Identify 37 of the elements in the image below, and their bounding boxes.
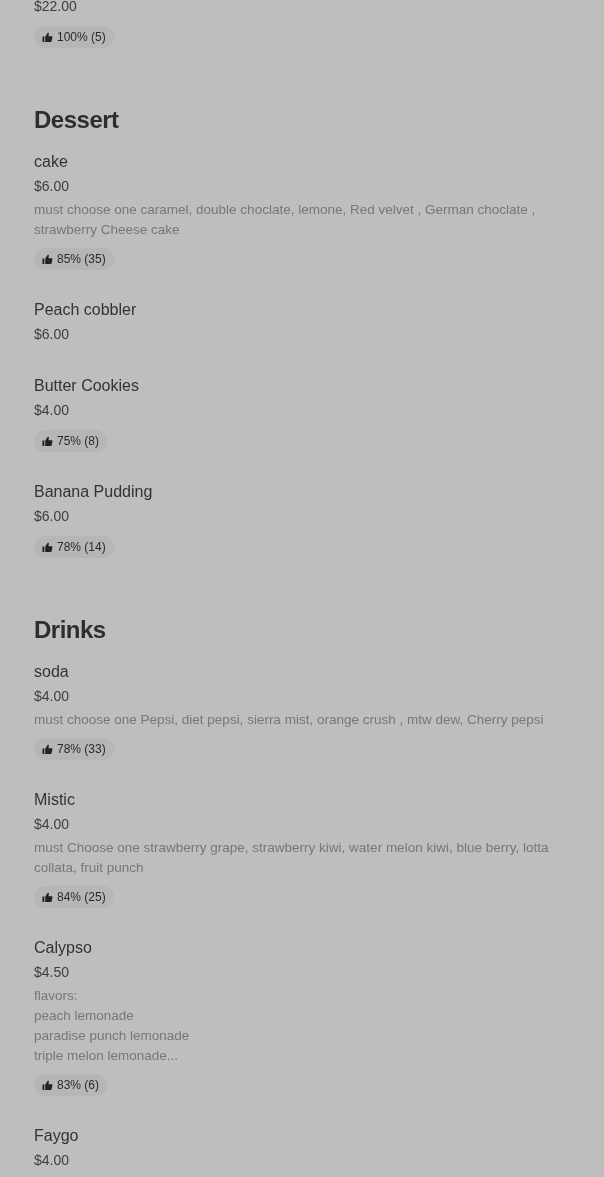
item-name[interactable]: cake: [34, 150, 68, 174]
thumbs-up-icon: [42, 891, 53, 903]
section-heading: Drinks: [34, 615, 107, 645]
thumbs-up-icon: [42, 435, 53, 447]
item-price: $4.00: [34, 815, 71, 834]
rating-text: 78% (14): [57, 540, 106, 554]
rating-text: 78% (33): [57, 742, 106, 756]
thumbs-up-icon: [42, 541, 53, 553]
item-name[interactable]: Faygo: [34, 1124, 79, 1148]
item-price: $4.00: [34, 401, 71, 420]
item-price: $6.00: [34, 507, 71, 526]
rating-text: 85% (35): [57, 252, 106, 266]
item-name[interactable]: Mistic: [34, 788, 75, 812]
item-name[interactable]: Banana Pudding: [34, 480, 153, 504]
item-description: flavors: peach lemonade paradise punch lemonade triple melon lemonade...: [34, 987, 191, 1065]
thumbs-up-icon: [42, 743, 53, 755]
item-description: must Choose one strawberry grape, strawberry kiwi, water melon kiwi, blue berry, lotta collata, fruit punch: [34, 839, 550, 877]
rating-text: 75% (8): [57, 434, 100, 448]
rating-text: 83% (6): [57, 1078, 100, 1092]
item-description: must choose one Pepsi, diet pepsi, sierra mist, orange crush , mtw dew, Cherry pepsi: [34, 711, 545, 729]
thumbs-up-icon: [42, 1079, 53, 1091]
rating-text: 84% (25): [57, 890, 106, 904]
thumbs-up-icon: [42, 31, 53, 43]
item-price: $4.00: [34, 1151, 71, 1170]
item-description: must choose one caramel, double choclate, lemone, Red velvet , German choclate , strawberry Cheese cake: [34, 201, 537, 239]
item-name[interactable]: Butter Cookies: [34, 374, 139, 398]
item-price: $6.00: [34, 325, 71, 344]
item-price: $4.00: [34, 687, 71, 706]
thumbs-up-icon: [42, 253, 53, 265]
item-name[interactable]: soda: [34, 660, 69, 684]
section-heading: Dessert: [34, 105, 120, 135]
rating-text: 100% (5): [57, 30, 106, 44]
item-price: $6.00: [34, 177, 71, 196]
item-name[interactable]: Peach cobbler: [34, 298, 137, 322]
item-name[interactable]: Calypso: [34, 936, 92, 960]
item-price: $22.00: [34, 0, 78, 16]
item-price: $4.50: [34, 963, 71, 982]
